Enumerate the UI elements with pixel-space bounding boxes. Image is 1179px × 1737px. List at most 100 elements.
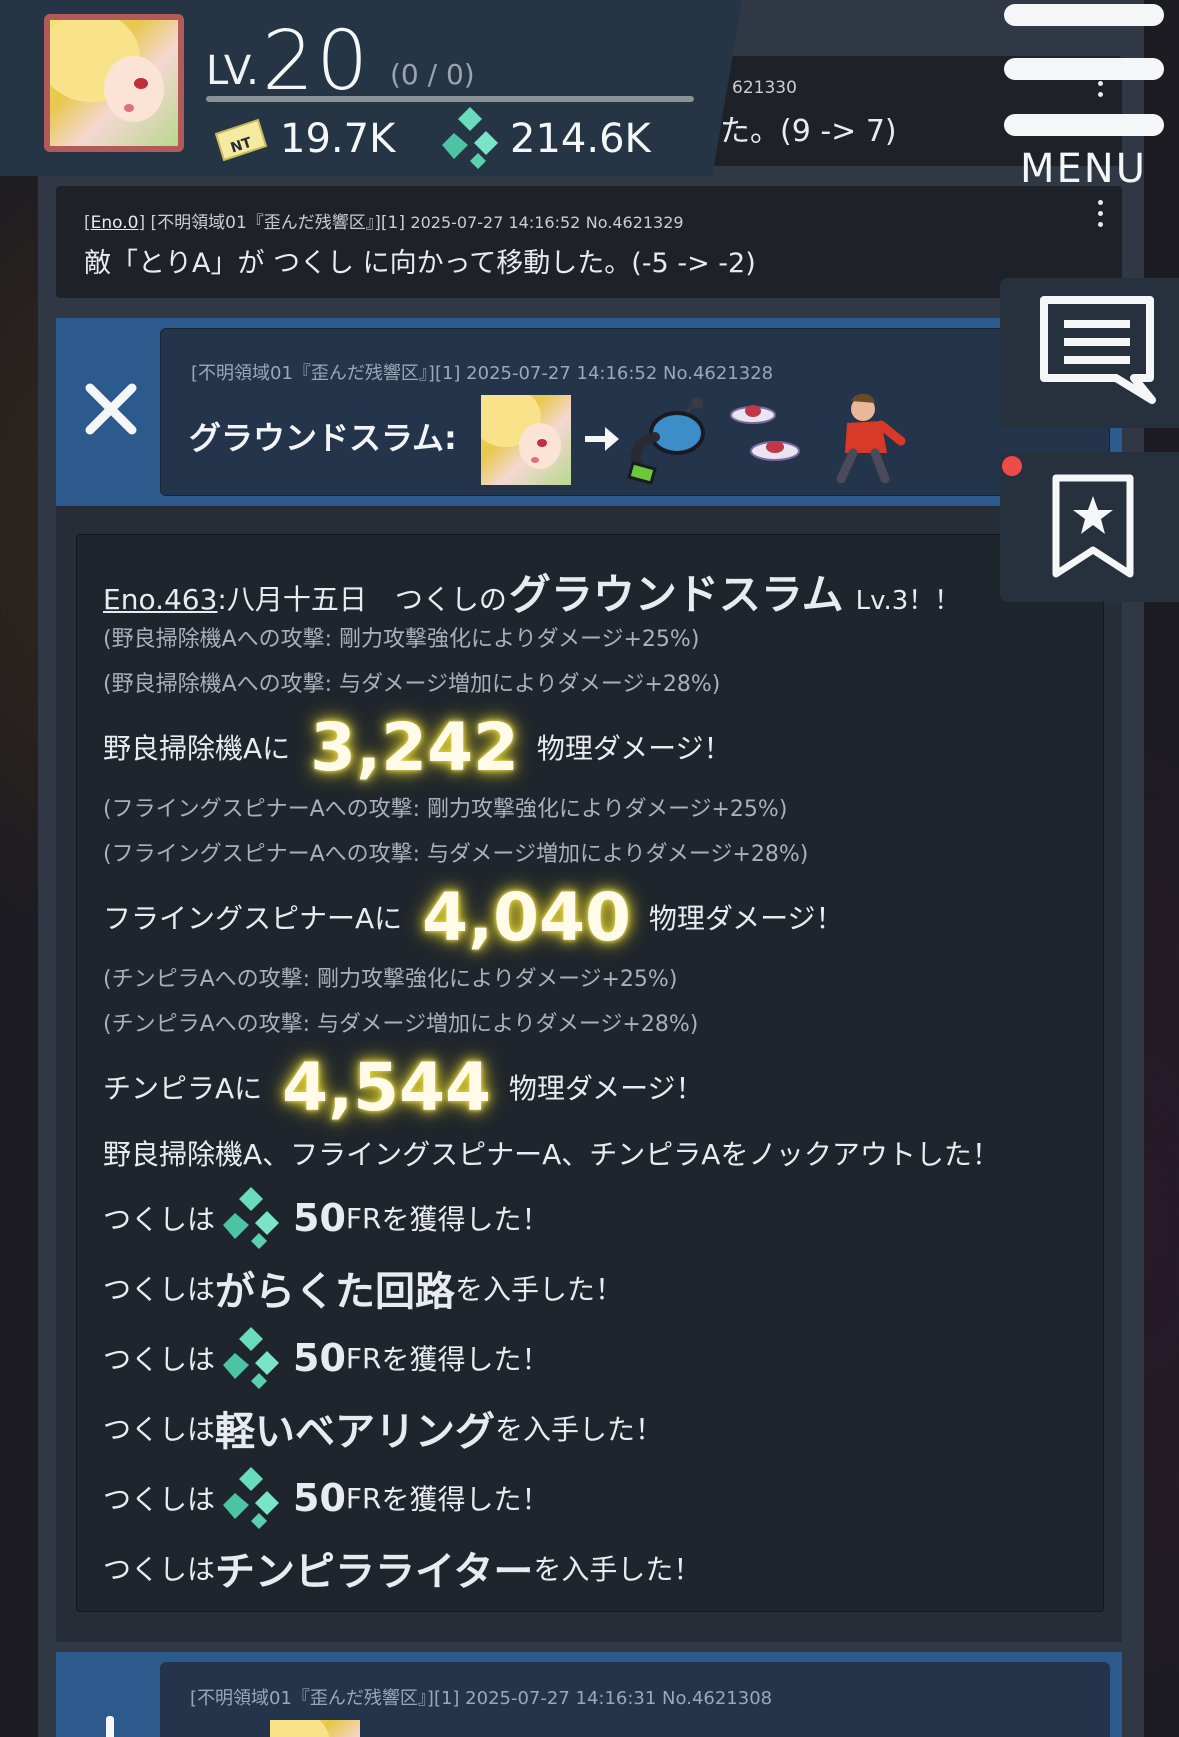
damage-value: 3,242 [310, 708, 519, 786]
modifier-note: (フライングスピナーAへの攻撃: 与ダメージ増加によりダメージ+28%) [103, 842, 809, 867]
damage-suffix: 物理ダメージ！ [648, 902, 844, 935]
reward-prefix: つくしは [103, 1413, 216, 1446]
eno-link[interactable]: Eno.463 [103, 583, 217, 616]
hamburger-bar [1004, 114, 1164, 136]
bookmark-button[interactable] [1000, 452, 1179, 602]
fr-crystal-icon [223, 1327, 280, 1389]
avatar-portrait [50, 20, 178, 146]
reward-line: つくしは がらくた回路 を入手した！ [103, 1253, 1079, 1323]
reward-line: つくしは 軽いベアリング を入手した！ [103, 1393, 1079, 1463]
chat-log-icon [1040, 296, 1156, 404]
modifier-note: (野良掃除機Aへの攻撃: 与ダメージ増加によりダメージ+28%) [103, 672, 721, 697]
damage-suffix: 物理ダメージ！ [508, 1072, 704, 1105]
flying-spinner-icon [730, 405, 800, 461]
reward-prefix: つくしは [103, 1203, 216, 1236]
chat-log-button[interactable] [1000, 278, 1179, 428]
close-icon[interactable] [84, 382, 138, 436]
log-row-move: [Eno.0] [不明領域01『歪んだ残響区』][1] 2025-07-27 1… [56, 186, 1122, 298]
reward-line: つくしは チンピラライター を入手した！ [103, 1533, 1079, 1603]
damage-target: チンピラAに [103, 1072, 263, 1105]
hamburger-bar [1004, 58, 1164, 80]
arrow-right-icon [585, 427, 619, 451]
level-label: LV. [206, 48, 259, 94]
skill-meta: [不明領域01『歪んだ残響区』][1] 2025-07-27 14:16:31 … [190, 1688, 773, 1709]
reward-prefix: つくしは [103, 1483, 216, 1516]
modifier-note: (野良掃除機Aへの攻撃: 剛力攻撃強化によりダメージ+25%) [103, 627, 700, 652]
reward-suffix: を入手した！ [533, 1553, 702, 1586]
skill-level: Lv.3！！ [855, 586, 961, 616]
fr-amount: 214.6K [510, 116, 651, 162]
reward-line: つくしは 50 FR を獲得した！ [103, 1183, 1079, 1253]
skill-name: グラウンドスラム: [189, 419, 457, 457]
nt-ticket-icon: NT [214, 118, 268, 162]
area-label: [不明領域01『歪んだ残響区』][1] [150, 213, 406, 233]
skill-card[interactable]: [不明領域01『歪んだ残響区』][1] 2025-07-27 14:16:52 … [160, 328, 1110, 496]
reward-line: つくしは 50 FR を獲得した！ [103, 1323, 1079, 1393]
reward-prefix: つくしは [103, 1343, 216, 1376]
damage-target: フライングスピナーAに [103, 902, 403, 935]
actor-label: :八月十五日 つくしの [217, 583, 507, 616]
skill-title: グラウンドスラム [508, 570, 844, 619]
avatar[interactable] [44, 14, 184, 152]
reward-suffix: を入手した！ [455, 1273, 624, 1306]
reward-unit: FR [345, 1481, 382, 1515]
log-meta: [Eno.0] [不明領域01『歪んだ残響区』][1] 2025-07-27 1… [84, 213, 684, 233]
level-value: 20 [262, 14, 371, 109]
damage-value: 4,040 [422, 878, 631, 956]
reward-unit: FR [345, 1201, 382, 1235]
kebab-menu-icon[interactable] [1098, 200, 1104, 233]
reward-amount: 50 [293, 1336, 346, 1380]
reward-amount: 50 [293, 1196, 346, 1240]
fr-crystal-icon [442, 107, 498, 169]
damage-line: フライングスピナーAに 4,040 物理ダメージ！ [103, 877, 1079, 957]
reward-prefix: つくしは [103, 1553, 216, 1586]
next-skill-log-header: [不明領域01『歪んだ残響区』][1] 2025-07-27 14:16:31 … [56, 1652, 1122, 1737]
reward-suffix: を入手した！ [495, 1413, 664, 1446]
reward-suffix: を獲得した！ [381, 1203, 550, 1236]
attacker-portrait [270, 1720, 360, 1737]
skill-card[interactable]: [不明領域01『歪んだ残響区』][1] 2025-07-27 14:16:31 … [160, 1662, 1110, 1737]
damage-line: 野良掃除機Aに 3,242 物理ダメージ！ [103, 707, 1079, 787]
exp-value: (0 / 0) [390, 58, 475, 91]
damage-target: 野良掃除機Aに [103, 732, 291, 765]
notification-dot [1002, 456, 1022, 476]
damage-line: チンピラAに 4,544 物理ダメージ！ [103, 1047, 1079, 1127]
modifier-note: (フライングスピナーAへの攻撃: 剛力攻撃強化によりダメージ+25%) [103, 797, 788, 822]
reward-suffix: を獲得した！ [381, 1483, 550, 1516]
datetime: 2025-07-27 14:16:52 [410, 213, 581, 232]
log-number: No.4621329 [585, 213, 684, 232]
nt-amount: 19.7K [280, 116, 396, 162]
knockout-line: 野良掃除機A、フライングスピナーA、チンピラAをノックアウトした！ [103, 1138, 1000, 1171]
reward-amount: 50 [293, 1476, 346, 1520]
robot-vacuum-icon [627, 397, 705, 485]
hamburger-bar [1004, 4, 1164, 26]
status-bar: LV. 20 (0 / 0) NT 19.7K 214.6K [0, 0, 742, 176]
battle-log-box: Eno.463 :八月十五日 つくしの グラウンドスラム Lv.3！！ (野良掃… [76, 534, 1104, 1612]
thug-icon [836, 393, 906, 483]
damage-value: 4,544 [282, 1048, 491, 1126]
reward-unit: FR [345, 1341, 382, 1375]
log-meta: 621330 [732, 78, 797, 98]
fr-crystal-icon [223, 1467, 280, 1529]
menu-button[interactable]: MENU [1004, 0, 1164, 196]
item-name: がらくた回路 [215, 1269, 456, 1315]
item-name: 軽いベアリング [215, 1409, 496, 1455]
eno-link[interactable]: Eno.0 [91, 213, 139, 233]
reward-line: つくしは 50 FR を獲得した！ [103, 1463, 1079, 1533]
exp-bar [206, 96, 694, 102]
expand-icon[interactable] [106, 1716, 114, 1737]
log-text: た。(9 -> 7) [720, 114, 897, 149]
battle-heading: Eno.463 :八月十五日 つくしの グラウンドスラム Lv.3！！ [103, 561, 1079, 619]
battle-log-panel: Eno.463 :八月十五日 つくしの グラウンドスラム Lv.3！！ (野良掃… [56, 506, 1122, 1642]
modifier-note: (チンピラAへの攻撃: 与ダメージ増加によりダメージ+28%) [103, 1012, 699, 1037]
modifier-note: (チンピラAへの攻撃: 剛力攻撃強化によりダメージ+25%) [103, 967, 678, 992]
log-text: 敵「とりA」が つくし に向かって移動した。(-5 -> -2) [84, 248, 756, 279]
skill-meta: [不明領域01『歪んだ残響区』][1] 2025-07-27 14:16:52 … [191, 363, 774, 384]
reward-prefix: つくしは [103, 1273, 216, 1306]
menu-label: MENU [1020, 146, 1147, 192]
reward-suffix: を獲得した！ [381, 1343, 550, 1376]
item-name: チンピラライター [215, 1549, 534, 1595]
skill-log-header: [不明領域01『歪んだ残響区』][1] 2025-07-27 14:16:52 … [56, 318, 1122, 506]
fr-crystal-icon [223, 1187, 280, 1249]
damage-suffix: 物理ダメージ！ [536, 732, 732, 765]
